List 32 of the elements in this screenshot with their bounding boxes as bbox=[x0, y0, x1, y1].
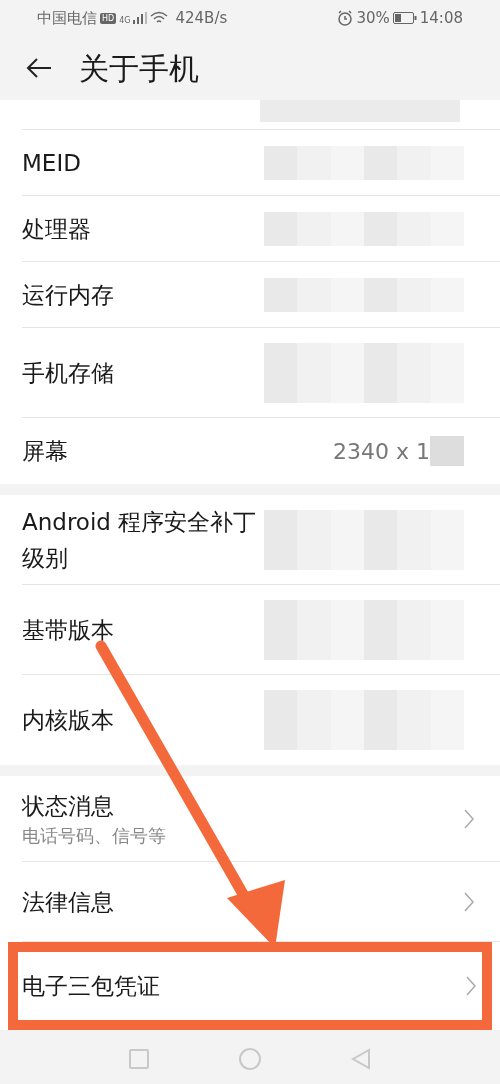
setting-label: 内核版本 bbox=[22, 706, 114, 735]
page-title: 关于手机 bbox=[79, 49, 199, 88]
setting-label: 法律信息 bbox=[22, 887, 114, 917]
highlighted-link-row[interactable]: 电子三包凭证 bbox=[8, 942, 492, 1030]
clock-time: 14:08 bbox=[419, 7, 463, 29]
setting-label: 基带版本 bbox=[22, 615, 114, 645]
setting-label: 手机存储 bbox=[22, 358, 114, 388]
setting-label: Android 程序安全补丁级别 bbox=[22, 507, 258, 573]
setting-label: 状态消息 bbox=[22, 791, 115, 821]
setting-label: 处理器 bbox=[22, 214, 91, 244]
setting-label: 屏幕 bbox=[22, 437, 68, 466]
setting-value: 2340 x 1 bbox=[333, 437, 430, 466]
setting-link-row[interactable]: 状态消息 电话号码、信号等 bbox=[22, 776, 500, 862]
setting-label: 运行内存 bbox=[22, 280, 114, 310]
network-speed: 424B/s bbox=[175, 7, 228, 29]
signal-icon bbox=[133, 12, 148, 24]
setting-label: MEID bbox=[22, 148, 81, 178]
setting-subtitle: 电话号码、信号等 bbox=[22, 823, 166, 848]
setting-label: 电子三包凭证 bbox=[22, 972, 160, 1001]
chevron-icon bbox=[464, 808, 474, 829]
battery-percent: 30% bbox=[356, 7, 390, 29]
chevron-icon bbox=[464, 891, 474, 912]
chevron-icon bbox=[466, 976, 476, 996]
carrier-name: 中国电信 bbox=[37, 7, 97, 29]
nav-back-icon[interactable] bbox=[351, 1048, 371, 1070]
hd-badge: HD bbox=[100, 12, 117, 24]
network-type: 4G bbox=[119, 14, 131, 27]
battery-icon bbox=[392, 12, 417, 24]
alarm-icon bbox=[337, 10, 354, 26]
wifi-icon bbox=[150, 11, 169, 25]
nav-recent-icon[interactable] bbox=[129, 1049, 149, 1069]
nav-home-icon[interactable] bbox=[239, 1048, 261, 1070]
